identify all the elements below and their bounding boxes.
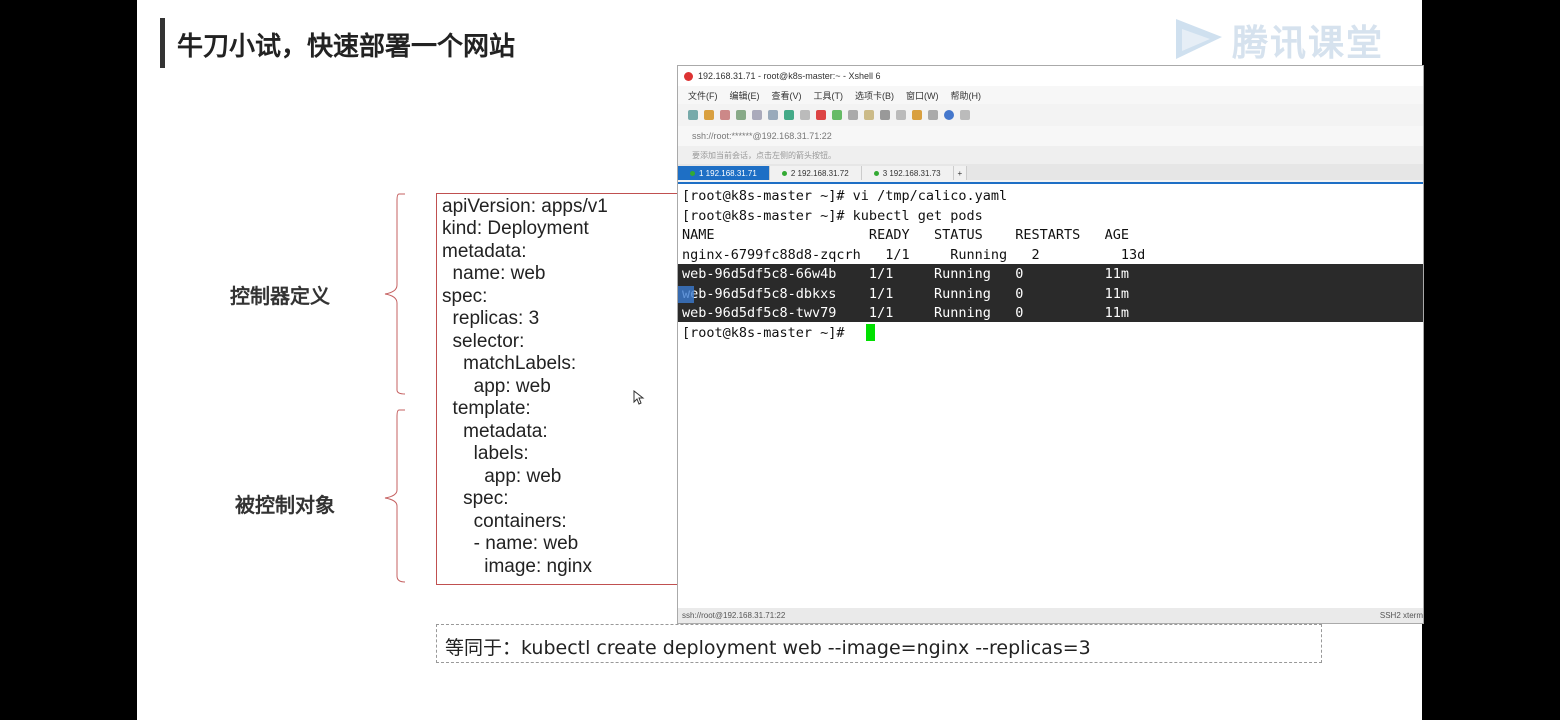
menu-bar: 文件(F) 编辑(E) 查看(V) 工具(T) 选项卡(B) 窗口(W) 帮助(… (678, 86, 1423, 104)
yaml-line: - name: web (442, 533, 579, 554)
session-hint-bar: 要添加当前会话，点击左侧的箭头按钮。 (678, 146, 1423, 164)
tunnel-icon[interactable] (832, 110, 842, 120)
compose-icon[interactable] (800, 110, 810, 120)
play-logo-icon (1170, 15, 1226, 65)
title-accent-bar (160, 18, 165, 68)
window-titlebar[interactable]: 192.168.31.71 - root@k8s-master:~ - Xshe… (678, 66, 1423, 86)
session-tabs: 1 192.168.31.71 2 192.168.31.72 3 192.16… (678, 164, 1423, 180)
label-controller-definition: 控制器定义 (230, 284, 330, 308)
terminal-line: [root@k8s-master ~]# vi /tmp/calico.yaml (682, 188, 1008, 204)
status-connection: ssh://root@192.168.31.71:22 (682, 611, 786, 620)
terminal-prompt-line: [root@k8s-master ~]# (682, 325, 853, 341)
yaml-line: labels: (442, 443, 529, 464)
yaml-line: metadata: (442, 421, 548, 442)
yaml-line: matchLabels: (442, 353, 577, 374)
font-icon[interactable] (768, 110, 778, 120)
yaml-line: template: (442, 398, 531, 419)
menu-view[interactable]: 查看(V) (772, 89, 802, 102)
status-dot-icon (873, 170, 879, 176)
selection-marker (678, 286, 694, 303)
tab-label: 3 192.168.31.73 (882, 168, 941, 178)
lock-icon[interactable] (864, 110, 874, 120)
open-folder-icon[interactable] (704, 110, 714, 120)
menu-window[interactable]: 窗口(W) (906, 89, 939, 102)
status-protocol: SSH2 xterm (1379, 611, 1423, 620)
fullscreen-icon[interactable] (848, 110, 858, 120)
menu-help[interactable]: 帮助(H) (951, 89, 982, 102)
new-session-icon[interactable] (688, 110, 698, 120)
terminal-cursor (866, 324, 875, 341)
globe-icon[interactable] (784, 110, 794, 120)
tab-session-3[interactable]: 3 192.168.31.73 (861, 166, 954, 180)
help-icon[interactable] (944, 110, 954, 120)
status-bar: ssh://root@192.168.31.71:22 SSH2 xterm (678, 608, 1423, 623)
copy-icon[interactable] (736, 110, 746, 120)
yaml-line: metadata: (442, 241, 527, 262)
layout-icon[interactable] (928, 110, 938, 120)
menu-file[interactable]: 文件(F) (688, 89, 718, 102)
xshell-window[interactable]: 192.168.31.71 - root@k8s-master:~ - Xshe… (677, 65, 1424, 624)
equivalent-command: 等同于：kubectl create deployment web --imag… (445, 637, 1091, 659)
status-dot-icon (781, 170, 787, 176)
yaml-line: kind: Deployment (442, 218, 589, 239)
xftp-icon[interactable] (816, 110, 826, 120)
terminal-line: nginx-6799fc88d8-zqcrh 1/1 Running 2 13d (682, 247, 1146, 263)
yaml-line: spec: (442, 488, 509, 509)
pen-icon[interactable] (896, 110, 906, 120)
disconnect-icon[interactable] (720, 110, 730, 120)
menu-edit[interactable]: 编辑(E) (730, 89, 760, 102)
terminal-line: web-96d5df5c8-66w4b 1/1 Running 0 11m (682, 266, 1130, 282)
yaml-line: apiVersion: apps/v1 (442, 196, 608, 217)
toolbar (678, 104, 1423, 126)
slide-title: 牛刀小试，快速部署一个网站 (177, 32, 516, 62)
terminal-line: NAME READY STATUS RESTARTS AGE (682, 227, 1130, 243)
tencent-classroom-logo: 腾讯课堂 (1170, 14, 1384, 66)
xshell-app-icon (684, 71, 693, 81)
yaml-line: app: web (442, 466, 562, 487)
yaml-line: app: web (442, 376, 551, 397)
tab-label: 2 192.168.31.72 (790, 168, 849, 178)
yaml-line: containers: (442, 511, 567, 532)
chat-icon[interactable] (960, 110, 970, 120)
keyboard-icon[interactable] (880, 110, 890, 120)
add-tab-button[interactable]: + (953, 166, 968, 180)
menu-tab[interactable]: 选项卡(B) (855, 89, 894, 102)
tab-session-2[interactable]: 2 192.168.31.72 (769, 166, 862, 180)
yaml-code-box: apiVersion: apps/v1 kind: Deployment met… (436, 193, 688, 585)
yaml-line: replicas: 3 (442, 308, 540, 329)
address-bar[interactable]: ssh://root:******@192.168.31.71:22 (678, 126, 1423, 146)
equivalent-command-box: 等同于：kubectl create deployment web --imag… (436, 624, 1322, 663)
terminal-line: [root@k8s-master ~]# kubectl get pods (682, 208, 983, 224)
terminal-area[interactable]: [root@k8s-master ~]# vi /tmp/calico.yaml… (678, 182, 1423, 610)
logo-text: 腾讯课堂 (1232, 23, 1385, 64)
yaml-line: name: web (442, 263, 546, 284)
yaml-line: spec: (442, 286, 488, 307)
tab-session-1[interactable]: 1 192.168.31.71 (678, 166, 770, 180)
tab-label: 1 192.168.31.71 (699, 168, 757, 178)
terminal-line: web-96d5df5c8-dbkxs 1/1 Running 0 11m (682, 286, 1130, 302)
curly-brackets (384, 193, 406, 583)
session-hint: 要添加当前会话，点击左侧的箭头按钮。 (692, 150, 836, 160)
yaml-line: image: nginx (442, 556, 592, 577)
script-icon[interactable] (912, 110, 922, 120)
yaml-line: selector: (442, 331, 525, 352)
status-dot-icon (690, 170, 695, 176)
label-controlled-object: 被控制对象 (235, 493, 335, 517)
terminal-line: web-96d5df5c8-twv79 1/1 Running 0 11m (682, 305, 1130, 321)
window-title: 192.168.31.71 - root@k8s-master:~ - Xshe… (698, 71, 881, 81)
mouse-pointer-icon (633, 390, 645, 405)
search-icon[interactable] (752, 110, 762, 120)
menu-tools[interactable]: 工具(T) (814, 89, 844, 102)
address-text: ssh://root:******@192.168.31.71:22 (692, 131, 832, 141)
